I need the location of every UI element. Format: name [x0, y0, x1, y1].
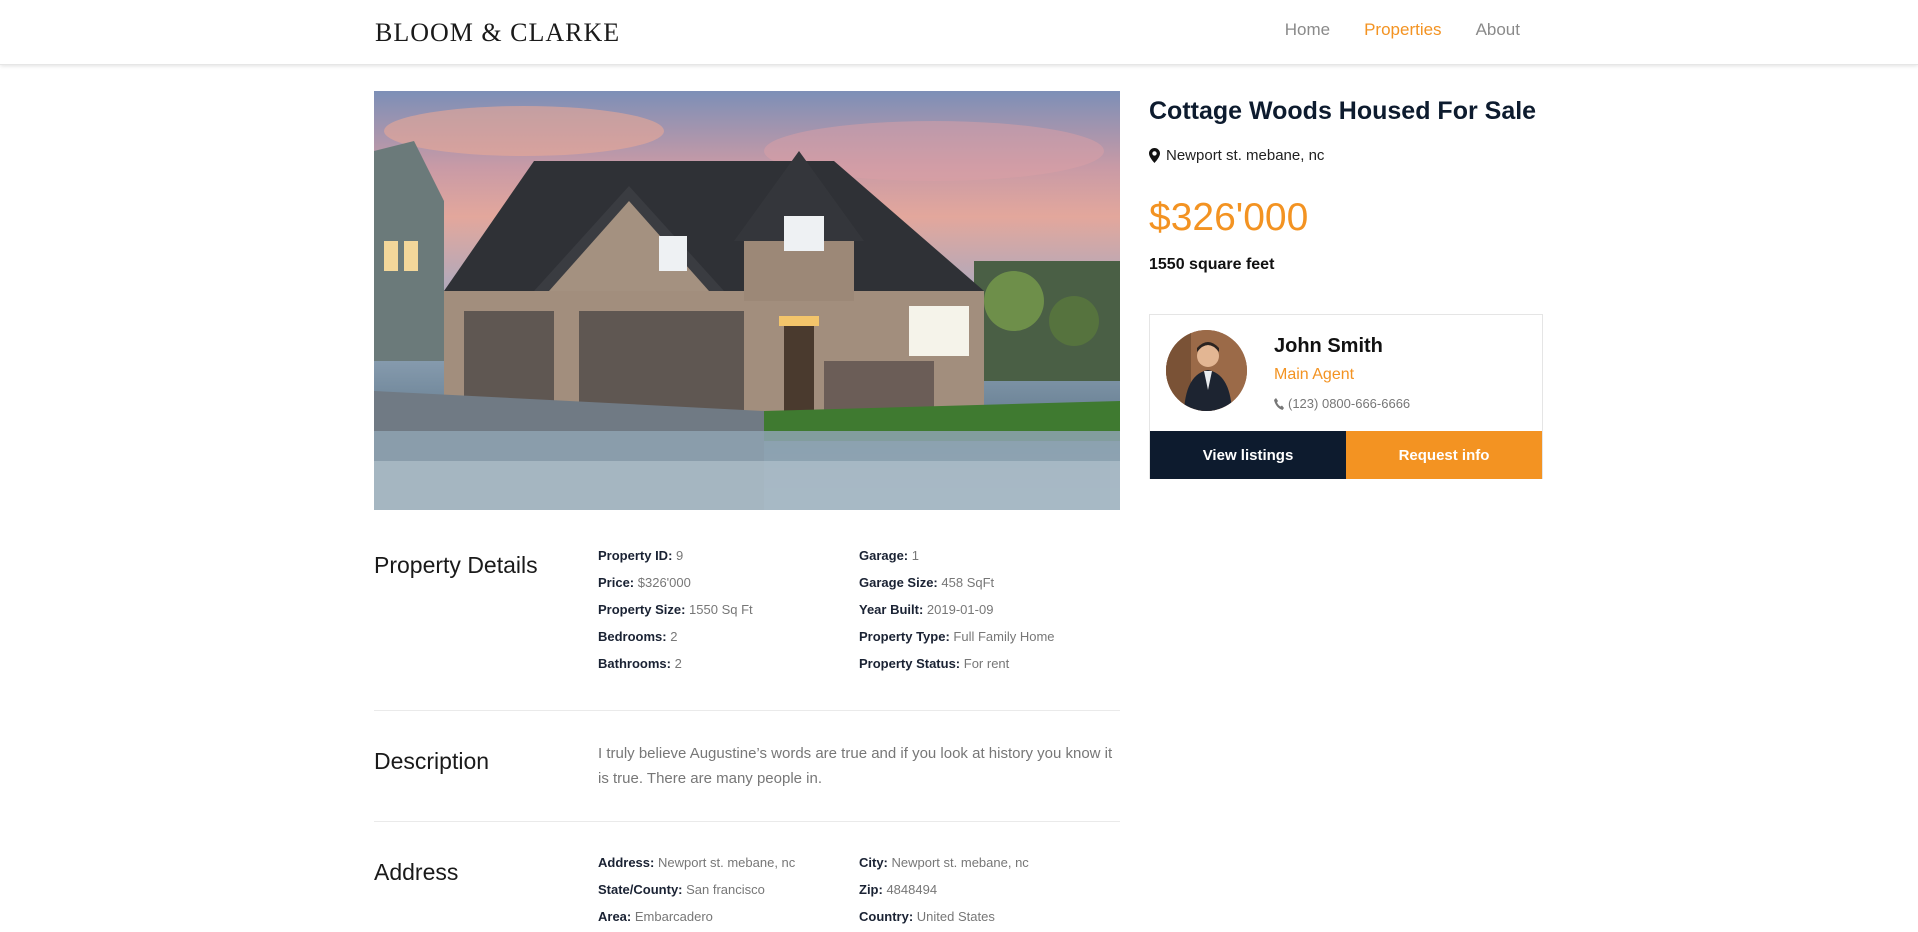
view-listings-button[interactable]: View listings: [1150, 431, 1346, 479]
description-heading: Description: [374, 748, 490, 774]
listing-title: Cottage Woods Housed For Sale: [1149, 97, 1537, 125]
detail-row: Bathrooms: 2: [598, 656, 682, 671]
detail-row: Garage Size: 458 SqFt: [859, 575, 995, 590]
phone-icon: [1274, 397, 1284, 410]
house-illustration: [374, 106, 1120, 510]
address-row: Zip: 4848494: [859, 882, 938, 897]
address-row: Area: Embarcadero: [598, 909, 713, 924]
detail-row: Property Type: Full Family Home: [859, 629, 1055, 644]
detail-row: Property Size: 1550 Sq Ft: [598, 602, 753, 617]
request-info-button[interactable]: Request info: [1346, 431, 1542, 479]
listing-price: $326'000: [1149, 196, 1309, 239]
nav-properties[interactable]: Properties: [1364, 20, 1441, 40]
location-text: Newport st. mebane, nc: [1166, 147, 1325, 164]
agent-phone[interactable]: (123) 0800-666-6666: [1274, 396, 1410, 411]
section-divider: [374, 710, 1120, 711]
detail-row: Property ID: 9: [598, 548, 684, 563]
detail-row: Garage: 1: [859, 548, 919, 563]
detail-row: Year Built: 2019-01-09: [859, 602, 994, 617]
agent-actions: View listings Request info: [1150, 431, 1542, 479]
address-row: City: Newport st. mebane, nc: [859, 855, 1029, 870]
detail-row: Price: $326'000: [598, 575, 691, 590]
details-heading: Property Details: [374, 552, 538, 578]
agent-card: John Smith Main Agent (123) 0800-666-666…: [1149, 314, 1543, 479]
property-photo: [374, 91, 1120, 510]
nav-home[interactable]: Home: [1285, 20, 1330, 40]
site-logo[interactable]: BLOOM & CLARKE: [375, 18, 620, 48]
address-row: Country: United States: [859, 909, 995, 924]
address-row: State/County: San francisco: [598, 882, 765, 897]
detail-row: Property Status: For rent: [859, 656, 1010, 671]
agent-phone-text: (123) 0800-666-6666: [1288, 396, 1411, 411]
description-text: I truly believe Augustine’s words are tr…: [598, 745, 1113, 787]
listing-area: 1550 square feet: [1149, 256, 1275, 273]
address-row: Address: Newport st. mebane, nc: [598, 855, 796, 870]
section-divider: [374, 821, 1120, 822]
agent-name: John Smith: [1274, 335, 1383, 357]
agent-role: Main Agent: [1274, 366, 1355, 383]
listing-location: Newport st. mebane, nc: [1149, 147, 1324, 164]
agent-avatar: [1166, 330, 1247, 411]
main-nav: Home Properties About: [1251, 20, 1520, 40]
map-pin-icon: [1149, 148, 1160, 163]
nav-about[interactable]: About: [1476, 20, 1520, 40]
address-heading: Address: [374, 859, 459, 885]
top-navbar: BLOOM & CLARKE Home Properties About: [0, 0, 1918, 65]
detail-row: Bedrooms: 2: [598, 629, 678, 644]
